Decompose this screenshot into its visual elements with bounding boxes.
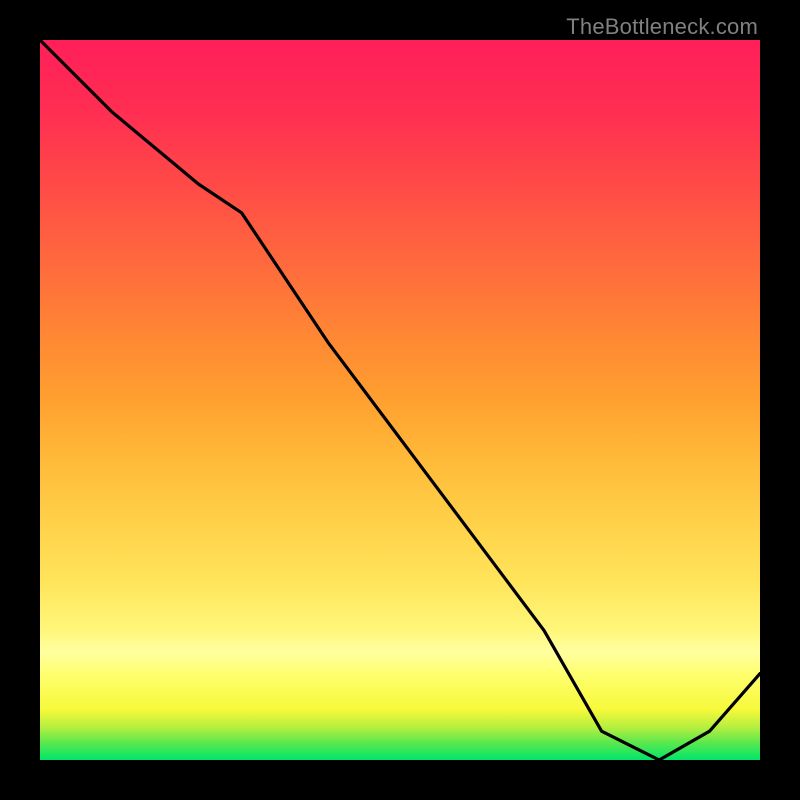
series-curve — [40, 40, 760, 760]
line-plot — [40, 40, 760, 760]
plot-area — [40, 40, 760, 760]
watermark-text: TheBottleneck.com — [566, 14, 758, 40]
chart-frame: TheBottleneck.com — [0, 0, 800, 800]
